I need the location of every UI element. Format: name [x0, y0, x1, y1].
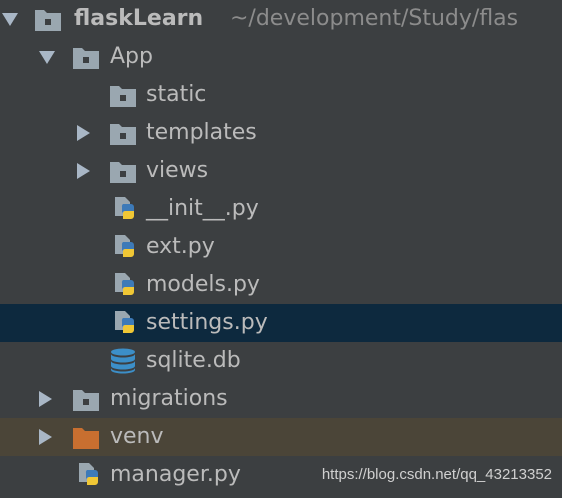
module-folder-icon	[35, 10, 61, 31]
tree-row-views[interactable]: views	[0, 152, 562, 190]
folder-label-templates: templates	[146, 120, 257, 145]
file-label-settings-py: settings.py	[146, 310, 268, 335]
tree-row-app[interactable]: App	[0, 38, 562, 76]
file-label-init-py: __init__.py	[146, 196, 259, 221]
database-icon	[111, 348, 135, 374]
tree-row-models-py[interactable]: models.py	[0, 266, 562, 304]
expand-arrow-icon[interactable]	[77, 163, 90, 179]
tree-row-venv[interactable]: venv	[0, 418, 562, 456]
tree-row-ext-py[interactable]: ext.py	[0, 228, 562, 266]
folder-icon	[110, 86, 136, 107]
watermark-text: https://blog.csdn.net/qq_43213352	[321, 466, 552, 483]
python-file-icon	[115, 235, 134, 257]
tree-row-settings-py[interactable]: settings.py	[0, 304, 562, 342]
file-label-sqlite-db: sqlite.db	[146, 348, 241, 373]
file-label-ext-py: ext.py	[146, 234, 215, 259]
folder-icon	[110, 124, 136, 145]
python-file-icon	[115, 273, 134, 295]
tree-row-init-py[interactable]: __init__.py	[0, 190, 562, 228]
module-folder-icon	[73, 390, 99, 411]
project-tree: flaskLearn ~/development/Study/flas App …	[0, 0, 562, 498]
tree-row-sqlite-db[interactable]: sqlite.db	[0, 342, 562, 380]
folder-label-app: App	[110, 44, 153, 69]
expand-arrow-icon[interactable]	[77, 125, 90, 141]
folder-label-migrations: migrations	[110, 386, 228, 411]
project-name: flaskLearn	[74, 6, 204, 31]
folder-icon	[110, 162, 136, 183]
file-label-models-py: models.py	[146, 272, 260, 297]
collapse-arrow-icon[interactable]	[2, 13, 18, 26]
module-folder-icon	[73, 48, 99, 69]
excluded-folder-icon	[73, 428, 99, 449]
tree-row-migrations[interactable]: migrations	[0, 380, 562, 418]
folder-label-static: static	[146, 82, 207, 107]
tree-row-static[interactable]: static	[0, 76, 562, 114]
expand-arrow-icon[interactable]	[39, 391, 52, 407]
expand-arrow-icon[interactable]	[39, 429, 52, 445]
python-file-icon	[115, 311, 134, 333]
project-path: ~/development/Study/flas	[230, 6, 519, 31]
tree-row-project-root[interactable]: flaskLearn ~/development/Study/flas	[0, 0, 562, 38]
file-label-manager-py: manager.py	[110, 462, 241, 487]
collapse-arrow-icon[interactable]	[39, 51, 55, 64]
python-file-icon	[79, 463, 98, 485]
folder-label-views: views	[146, 158, 209, 183]
python-file-icon	[115, 197, 134, 219]
folder-label-venv: venv	[110, 424, 164, 449]
tree-row-templates[interactable]: templates	[0, 114, 562, 152]
